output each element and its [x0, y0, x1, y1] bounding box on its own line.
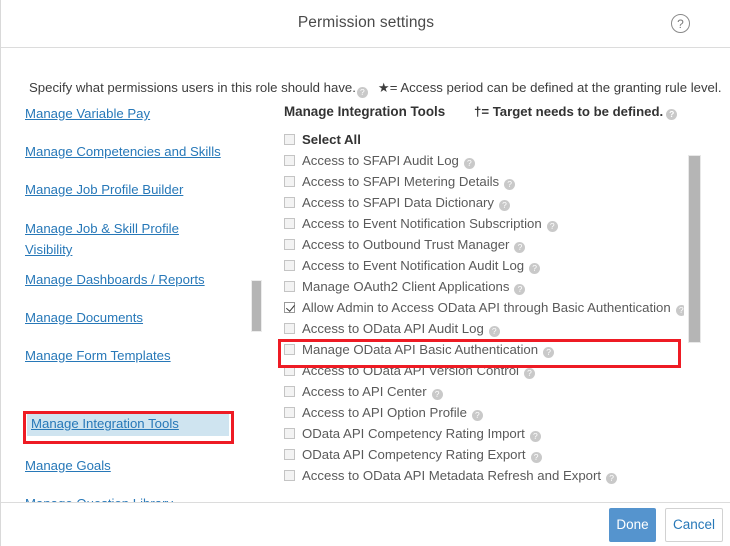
permission-label: Manage OAuth2 Client Applications [302, 279, 509, 294]
info-icon[interactable]: ? [472, 410, 483, 421]
checkbox-unchecked[interactable] [284, 407, 295, 418]
info-icon[interactable]: ? [464, 158, 475, 169]
dialog-body: Specify what permissions users in this r… [1, 48, 730, 502]
permission-row[interactable]: Access to API Option Profile? [284, 402, 684, 423]
sidebar-item-manage-question-library[interactable]: Manage Question Library [25, 494, 173, 502]
permission-row[interactable]: Access to API Center? [284, 381, 684, 402]
permission-label: Access to SFAPI Data Dictionary [302, 195, 494, 210]
star-legend-note: ★= Access period can be defined at the g… [378, 80, 722, 95]
intro-text: Specify what permissions users in this r… [29, 80, 356, 95]
done-button[interactable]: Done [609, 508, 656, 542]
sidebar-item-manage-form-templates[interactable]: Manage Form Templates [25, 346, 171, 366]
target-legend-text: †= Target needs to be defined. [474, 104, 663, 119]
info-icon[interactable]: ? [606, 473, 617, 484]
category-list-scrollbar-thumb[interactable] [251, 280, 262, 332]
sidebar-item-manage-competencies-and-skills[interactable]: Manage Competencies and Skills [25, 142, 221, 162]
checkbox-unchecked[interactable] [284, 155, 295, 166]
help-icon[interactable]: ? [671, 14, 690, 33]
permission-group-title: Manage Integration Tools [284, 104, 445, 119]
permission-list-scrollbar-thumb[interactable] [688, 155, 701, 343]
permission-label: Access to Outbound Trust Manager [302, 237, 509, 252]
permission-row[interactable]: OData API Competency Rating Import? [284, 423, 684, 444]
permission-label: Access to SFAPI Audit Log [302, 153, 459, 168]
info-icon[interactable]: ? [357, 87, 368, 98]
permission-row[interactable]: OData API Competency Rating Export? [284, 444, 684, 465]
permission-label: Select All [302, 132, 361, 147]
sidebar-item-manage-goals[interactable]: Manage Goals [25, 456, 111, 476]
permission-label: Access to API Option Profile [302, 405, 467, 420]
intro-description: Specify what permissions users in this r… [29, 80, 721, 97]
permission-row[interactable]: Access to OData API Metadata Refresh and… [284, 465, 684, 486]
sidebar-item-manage-integration-tools[interactable]: Manage Integration Tools [27, 412, 229, 436]
permission-row[interactable]: Access to SFAPI Metering Details? [284, 171, 684, 192]
info-icon[interactable]: ? [530, 431, 541, 442]
info-icon[interactable]: ? [489, 326, 500, 337]
checkbox-unchecked[interactable] [284, 365, 295, 376]
permission-row[interactable]: Access to Event Notification Subscriptio… [284, 213, 684, 234]
permission-label: Access to OData API Audit Log [302, 321, 484, 336]
info-icon[interactable]: ? [529, 263, 540, 274]
checkbox-unchecked[interactable] [284, 260, 295, 271]
permission-row[interactable]: Manage OAuth2 Client Applications? [284, 276, 684, 297]
permission-label: Manage OData API Basic Authentication [302, 342, 538, 357]
checkbox-unchecked[interactable] [284, 176, 295, 187]
checkbox-unchecked[interactable] [284, 386, 295, 397]
permission-checkbox-list: Select AllAccess to SFAPI Audit Log?Acce… [284, 129, 684, 502]
info-icon[interactable]: ? [531, 452, 542, 463]
sidebar-item-manage-job-profile-builder[interactable]: Manage Job Profile Builder [25, 180, 183, 200]
permission-label: OData API Competency Rating Import [302, 426, 525, 441]
checkbox-unchecked[interactable] [284, 281, 295, 292]
checkbox-unchecked[interactable] [284, 428, 295, 439]
permission-row[interactable]: Access to SFAPI Data Dictionary? [284, 192, 684, 213]
page-title: Permission settings [1, 14, 730, 32]
permission-row[interactable]: Select All [284, 129, 684, 150]
permission-row[interactable]: Access to OData API Audit Log? [284, 318, 684, 339]
permission-row[interactable]: Manage OData API Basic Authentication? [284, 339, 684, 360]
info-icon[interactable]: ? [514, 284, 525, 295]
dialog-header: Permission settings ? [1, 0, 730, 48]
sidebar-item-manage-job-skill-profile-visibility[interactable]: Manage Job & Skill Profile Visibility [25, 218, 195, 258]
permission-row[interactable]: Allow Admin to Access OData API through … [284, 297, 684, 318]
info-icon[interactable]: ? [524, 368, 535, 379]
permission-label: Access to OData API Version Control [302, 363, 519, 378]
permission-settings-dialog: Permission settings ? Specify what permi… [0, 0, 730, 546]
target-legend-note: †= Target needs to be defined.? [474, 104, 677, 119]
permission-row[interactable]: Access to Event Notification Audit Log? [284, 255, 684, 276]
checkbox-unchecked[interactable] [284, 197, 295, 208]
checkbox-unchecked[interactable] [284, 344, 295, 355]
info-icon[interactable]: ? [432, 389, 443, 400]
dialog-footer: Done Cancel [1, 502, 730, 546]
info-icon[interactable]: ? [504, 179, 515, 190]
cancel-button[interactable]: Cancel [665, 508, 723, 542]
checkbox-unchecked[interactable] [284, 449, 295, 460]
permission-category-list: Manage Variable Pay Manage Competencies a… [1, 104, 251, 502]
info-icon[interactable]: ? [676, 305, 684, 316]
sidebar-item-manage-variable-pay[interactable]: Manage Variable Pay [25, 104, 150, 124]
sidebar-item-manage-documents[interactable]: Manage Documents [25, 308, 143, 328]
info-icon[interactable]: ? [514, 242, 525, 253]
sidebar-item-manage-dashboards-reports[interactable]: Manage Dashboards / Reports [25, 270, 205, 290]
permission-row[interactable]: Access to OData API Version Control? [284, 360, 684, 381]
permission-label: Access to API Center [302, 384, 427, 399]
permission-row[interactable]: Access to SFAPI Audit Log? [284, 150, 684, 171]
permission-label: Access to SFAPI Metering Details [302, 174, 499, 189]
permission-detail-pane: Manage Integration Tools †= Target needs… [284, 104, 684, 502]
permission-label: OData API Competency Rating Export [302, 447, 526, 462]
permission-row[interactable]: Access to Outbound Trust Manager? [284, 234, 684, 255]
permission-label: Access to Event Notification Subscriptio… [302, 216, 542, 231]
permission-label: Access to Event Notification Audit Log [302, 258, 524, 273]
checkbox-unchecked[interactable] [284, 134, 295, 145]
checkbox-unchecked[interactable] [284, 218, 295, 229]
info-icon[interactable]: ? [666, 109, 677, 120]
info-icon[interactable]: ? [543, 347, 554, 358]
permission-pane-header: Manage Integration Tools †= Target needs… [284, 104, 684, 126]
checkbox-unchecked[interactable] [284, 470, 295, 481]
checkbox-unchecked[interactable] [284, 323, 295, 334]
checkbox-unchecked[interactable] [284, 239, 295, 250]
checkbox-checked[interactable] [284, 302, 295, 313]
info-icon[interactable]: ? [547, 221, 558, 232]
permission-label: Access to OData API Metadata Refresh and… [302, 468, 601, 483]
info-icon[interactable]: ? [499, 200, 510, 211]
permission-label: Allow Admin to Access OData API through … [302, 300, 671, 315]
